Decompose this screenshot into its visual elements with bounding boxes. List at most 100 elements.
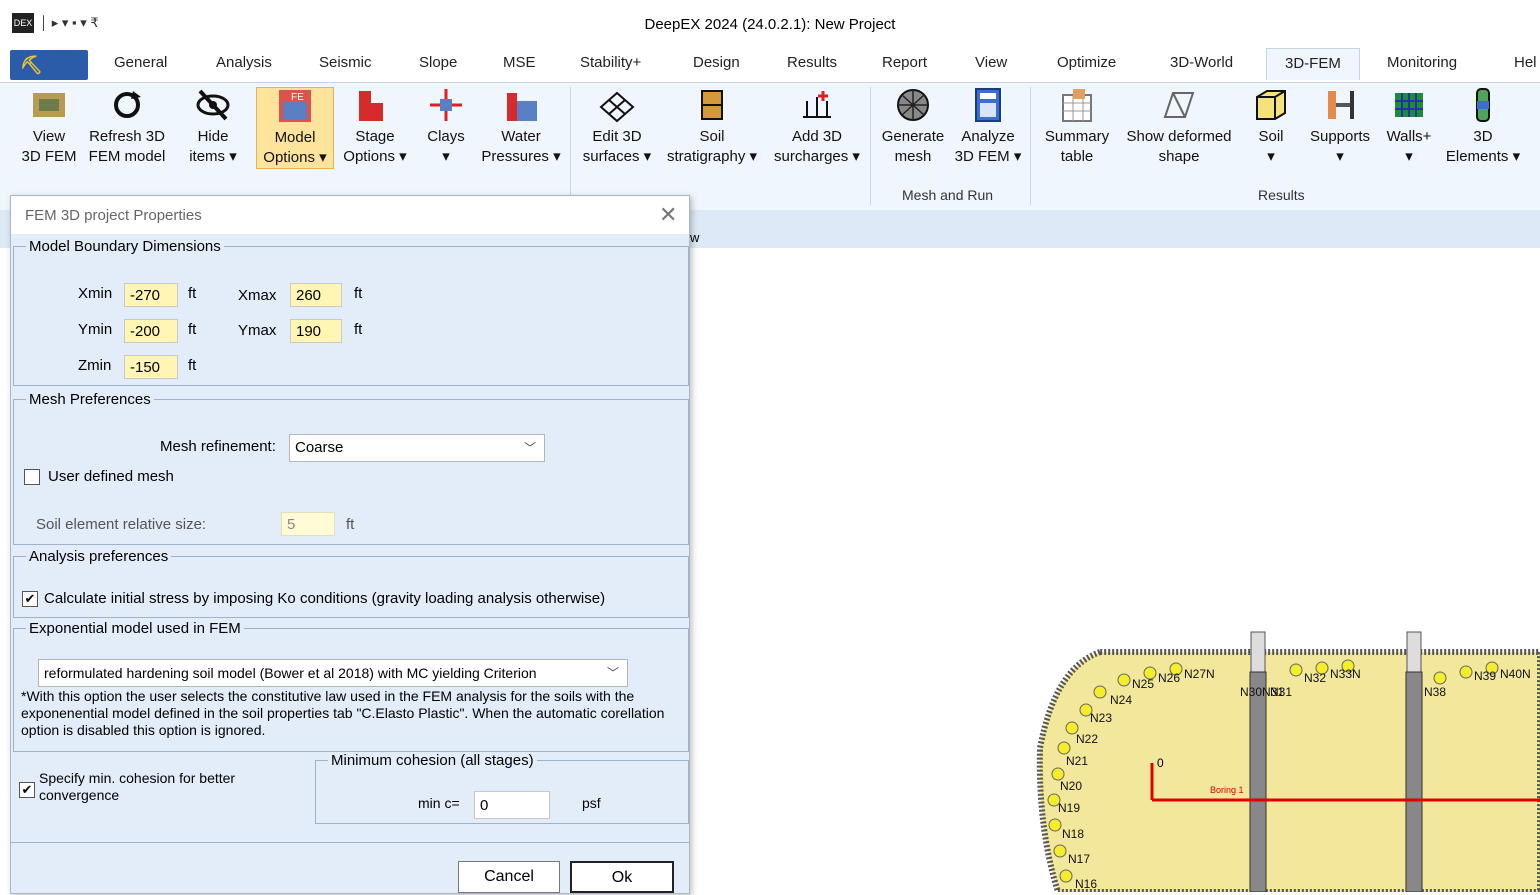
dialog-title-bar: FEM 3D project Properties ✕: [11, 196, 689, 234]
water-pressures-button[interactable]: Water Pressures ▾: [478, 87, 564, 167]
fem-3d-properties-dialog: FEM 3D project Properties ✕ Model Bounda…: [10, 195, 690, 894]
origin-label: 0: [1157, 756, 1164, 770]
file-menu-button[interactable]: ⛏: [10, 50, 88, 80]
tab-slope[interactable]: Slope: [419, 54, 457, 71]
min-c-input[interactable]: 0: [474, 791, 550, 819]
stage-label-2: Options ▾: [343, 148, 407, 165]
ymax-input[interactable]: 190: [290, 319, 342, 343]
view-3d-fem-button[interactable]: View 3D FEM: [20, 87, 78, 167]
ribbon-separator: [1030, 87, 1031, 205]
tab-design[interactable]: Design: [693, 54, 740, 71]
ko-conditions-checkbox[interactable]: ✔: [22, 591, 38, 607]
mesh-refinement-value: Coarse: [295, 439, 344, 456]
ribbon-separator: [570, 87, 571, 205]
exponential-legend: Exponential model used in FEM: [29, 620, 241, 637]
supports-icon: [1322, 87, 1358, 123]
edit-3d-surfaces-button[interactable]: Edit 3D surfaces ▾: [578, 87, 656, 167]
model-options-button[interactable]: FE Model Options ▾: [256, 87, 334, 169]
tab-report[interactable]: Report: [882, 54, 927, 71]
hide-label: Hide: [197, 128, 229, 145]
3d-elements-label-2: Elements ▾: [1445, 148, 1521, 165]
soil-stratigraphy-button[interactable]: Soil stratigraphy ▾: [660, 87, 764, 167]
tab-optimize[interactable]: Optimize: [1057, 54, 1116, 71]
zmin-label: Zmin: [78, 357, 112, 374]
ok-button[interactable]: Ok: [570, 861, 674, 893]
3d-elements-button[interactable]: 3D Elements ▾: [1440, 87, 1526, 167]
node-marker: [1048, 818, 1062, 832]
tab-3d-fem[interactable]: 3D-FEM: [1266, 48, 1360, 80]
node-label: N25: [1132, 677, 1154, 691]
eye-slash-icon: [195, 87, 231, 123]
ymin-input[interactable]: -200: [124, 319, 178, 343]
user-defined-mesh-checkbox[interactable]: [24, 469, 40, 485]
mesh-refinement-select[interactable]: Coarse ﹀: [289, 434, 545, 462]
min-cohesion-legend: Minimum cohesion (all stages): [331, 752, 534, 769]
ymax-label: Ymax: [238, 322, 277, 339]
clays-arrows-icon: [428, 87, 464, 123]
summary-label: Summary: [1044, 128, 1110, 145]
show-deformed-shape-button[interactable]: Show deformed shape: [1118, 87, 1240, 167]
soil-cube-icon: [1253, 87, 1289, 123]
xmax-input[interactable]: 260: [290, 283, 342, 307]
tab-results[interactable]: Results: [787, 54, 837, 71]
refresh-label-2: FEM model: [88, 148, 166, 165]
tab-view[interactable]: View: [975, 54, 1007, 71]
exponential-model-select[interactable]: reformulated hardening soil model (Bower…: [38, 659, 628, 687]
generate-mesh-button[interactable]: Generate mesh: [876, 87, 950, 167]
node-label: N16: [1075, 877, 1097, 891]
node-marker: [1289, 663, 1303, 677]
boundary-group: Model Boundary Dimensions Xmin -270 ft X…: [13, 238, 689, 386]
analyze-3d-fem-button[interactable]: Analyze 3D FEM ▾: [952, 87, 1024, 167]
tab-help[interactable]: Hel: [1514, 54, 1537, 71]
node-label: N21: [1066, 754, 1088, 768]
close-icon[interactable]: ✕: [659, 202, 677, 228]
hide-items-button[interactable]: Hide items ▾: [184, 87, 242, 167]
analysis-preferences-group: Analysis preferences ✔ Calculate initial…: [13, 548, 689, 618]
surcharges-label-2: surcharges ▾: [774, 148, 860, 165]
stage-options-button[interactable]: Stage Options ▾: [338, 87, 412, 167]
ribbon: View 3D FEM Refresh 3D FEM model Hide items…: [0, 82, 1540, 212]
add-3d-surcharges-button[interactable]: Add 3D surcharges ▾: [768, 87, 866, 167]
clays-button[interactable]: Clays ▾: [420, 87, 472, 167]
node-label: N26: [1158, 671, 1180, 685]
surcharge-icon: [799, 87, 835, 123]
min-cohesion-check-label: Specify min. cohesion for better converg…: [39, 770, 236, 803]
cancel-button[interactable]: Cancel: [458, 861, 560, 893]
wall-strut-2: [1406, 631, 1422, 673]
tab-stability-plus[interactable]: Stability+: [580, 54, 641, 71]
window-title: DeepEX 2024 (24.0.2.1): New Project: [644, 16, 896, 33]
refresh-3d-fem-button[interactable]: Refresh 3D FEM model: [80, 87, 174, 167]
refresh-label: Refresh 3D: [89, 128, 165, 145]
soil-results-button[interactable]: Soil ▾: [1250, 87, 1292, 167]
deformed-label: Show deformed: [1126, 128, 1232, 145]
wall-2: [1405, 671, 1423, 893]
node-label: N18: [1062, 827, 1084, 841]
wall-1: [1249, 671, 1267, 893]
soil-size-input[interactable]: 5: [281, 512, 335, 536]
xmin-input[interactable]: -270: [124, 283, 178, 307]
group-results: Results: [1258, 187, 1305, 203]
tab-monitoring[interactable]: Monitoring: [1387, 54, 1457, 71]
supports-button[interactable]: Supports ▾: [1304, 87, 1376, 167]
wall-grid-icon: [1391, 87, 1427, 123]
calculator-icon: [970, 87, 1006, 123]
node-marker: [1053, 844, 1067, 858]
min-cohesion-checkbox[interactable]: ✔: [19, 782, 35, 798]
node-marker: [1459, 665, 1473, 679]
mesh-preferences-group: Mesh Preferences Mesh refinement: Coarse…: [13, 391, 689, 545]
stage-label: Stage: [355, 128, 395, 145]
chevron-down-icon: ﹀: [606, 666, 619, 680]
tab-3d-world[interactable]: 3D-World: [1170, 54, 1233, 71]
xmin-label: Xmin: [78, 285, 113, 302]
tab-seismic[interactable]: Seismic: [319, 54, 372, 71]
soil-results-label: Soil: [1258, 128, 1284, 145]
clays-label-2: ▾: [442, 148, 450, 165]
analyze-label-2: 3D FEM ▾: [954, 148, 1022, 165]
button-bar-divider: [11, 842, 689, 843]
walls-plus-button[interactable]: Walls+ ▾: [1382, 87, 1436, 167]
summary-table-button[interactable]: Summary table: [1038, 87, 1116, 167]
tab-mse[interactable]: MSE: [503, 54, 536, 71]
tab-analysis[interactable]: Analysis: [216, 54, 272, 71]
tab-general[interactable]: General: [114, 54, 167, 71]
zmin-input[interactable]: -150: [124, 355, 178, 379]
